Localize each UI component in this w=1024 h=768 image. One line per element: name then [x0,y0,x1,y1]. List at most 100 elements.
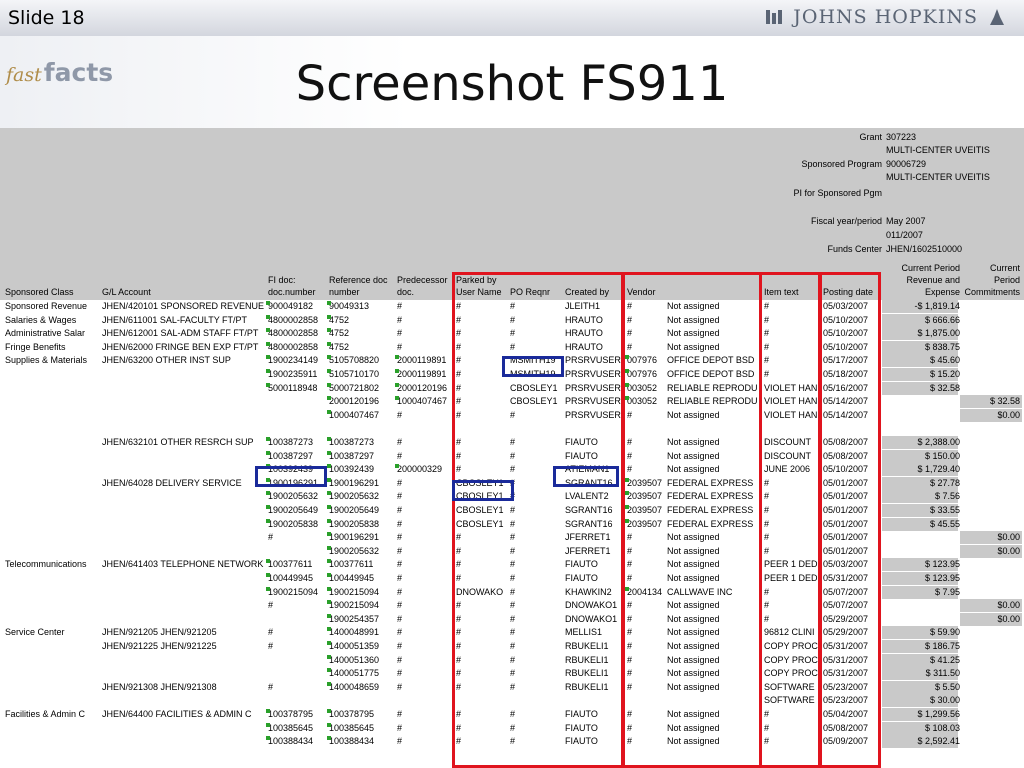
cell-marker [327,518,331,523]
cell-predecessor-doc: # [397,654,403,665]
col-reference-doc: Reference doc number [329,275,388,297]
cell-marker [327,613,331,618]
cell-fi-doc: 100387273 [268,437,314,447]
cell-expense: $ 5.50 [934,681,960,692]
brand-logo: JOHNS HOPKINS [765,6,1006,28]
cell-fi-doc: # [268,600,274,611]
cell-reference-doc: 1900205649 [329,505,380,515]
highlight-item-text-box [759,272,822,768]
col-fi-doc: FI doc: doc.number [268,275,316,297]
cell-expense: $ 45.60 [929,355,960,366]
cell-marker [327,586,331,591]
cell-predecessor-doc: # [397,545,403,556]
cell-predecessor-doc: # [397,518,403,529]
cell-fi-doc: # [268,681,274,692]
cell-reference-doc: 1900205838 [329,518,380,529]
funds-center-label: Funds Center [827,244,882,254]
cell-marker [327,654,331,659]
cell-gl-account: JHEN/63200 OTHER INST SUP [102,355,231,366]
highlight-posting-date-box [818,272,881,768]
cell-marker [327,532,331,537]
cell-fi-doc: 1900205838 [268,518,319,529]
cell-reference-doc: 1900205632 [329,491,380,502]
cell-predecessor-doc: # [397,613,403,624]
cell-marker [327,600,331,605]
cell-predecessor-doc: # [397,505,403,515]
cell-gl-account: JHEN/921205 JHEN/921205 [102,627,217,638]
cell-predecessor-doc: # [397,586,403,597]
cell-expense: $ 32.58 [929,382,960,393]
cell-marker [266,437,270,441]
cell-fi-doc: 100388434 [268,736,314,747]
slide-number: Slide 18 [8,7,85,29]
cell-marker [395,355,399,360]
jhu-shield-icon [766,10,783,24]
cell-commitment: $0.00 [997,545,1020,556]
cell-marker [327,341,331,346]
cell-marker [327,369,331,373]
cell-reference-doc: 100387273 [329,437,375,447]
brand-name: JOHNS HOPKINS [793,6,978,28]
cell-marker [266,369,270,373]
cell-expense: $ 7.56 [934,491,960,502]
cell-reference-doc: 100388434 [329,736,375,747]
cell-expense: $ 123.95 [924,573,960,583]
cell-marker [327,573,331,577]
cell-marker [327,641,331,645]
highlight-parked-po-box [452,272,624,768]
cell-fi-doc: # [268,532,274,543]
cell-commitment: $0.00 [997,600,1020,611]
cell-reference-doc: 1900196291 [329,477,380,488]
cell-marker [327,382,331,387]
cell-predecessor-doc: # [397,450,403,461]
cell-reference-doc: 1900215094 [329,586,380,597]
cell-predecessor-doc: # [397,722,403,733]
cell-predecessor-doc: # [397,736,403,747]
grant-info-panel: Grant 307223 MULTI-CENTER UVEITIS Sponso… [0,128,1024,256]
cell-sponsored-class: Telecommunications [5,559,87,570]
cell-marker [327,396,331,401]
cell-marker [327,477,331,482]
cell-marker [266,341,270,346]
cell-marker [266,586,270,591]
cell-marker [266,491,270,496]
cell-fi-doc: 100385645 [268,722,314,733]
cell-marker [327,736,331,741]
cell-gl-account: JHEN/632101 OTHER RESRCH SUP [102,437,254,447]
cell-marker [327,328,331,333]
cell-marker [327,559,331,564]
cell-predecessor-doc: # [397,668,403,679]
cell-reference-doc: 100392439 [329,464,375,475]
highlight-created-by-box [553,466,619,487]
cell-predecessor-doc: 1000407467 [397,396,448,407]
cell-reference-doc: 100378795 [329,709,375,719]
cell-reference-doc: 1400048659 [329,681,380,692]
cell-fi-doc: 100449945 [268,573,314,583]
cell-predecessor-doc: # [397,709,403,719]
report-screenshot: Grant 307223 MULTI-CENTER UVEITIS Sponso… [0,128,1024,768]
cell-gl-account: JHEN/62000 FRINGE BEN EXP FT/PT [102,341,259,352]
col-sponsored-class: Sponsored Class [5,287,74,297]
cell-predecessor-doc: # [397,532,403,543]
cell-expense: $ 2,592.41 [917,736,960,747]
cell-marker [327,409,331,414]
cell-commitment: $0.00 [997,532,1020,543]
cell-gl-account: JHEN/64400 FACILITIES & ADMIN C [102,709,252,719]
cell-marker [266,450,270,455]
cell-predecessor-doc: 2000120196 [397,382,448,393]
cell-reference-doc: 4752 [329,314,350,325]
cell-marker [266,382,270,387]
cell-sponsored-class: Fringe Benefits [5,341,66,352]
cell-expense: $ 666.66 [924,314,960,325]
cell-marker [327,437,331,441]
cell-fi-doc: 4800002858 [268,328,319,339]
cell-marker [327,450,331,455]
highlight-parked-by-box [452,480,514,501]
cell-reference-doc: 5000721802 [329,382,380,393]
cell-marker [327,314,331,319]
cell-expense: $ 41.25 [929,654,960,665]
cell-fi-doc: 4800002858 [268,314,319,325]
cell-marker [266,505,270,509]
cell-expense: $ 108.03 [924,722,960,733]
cell-marker [327,545,331,550]
